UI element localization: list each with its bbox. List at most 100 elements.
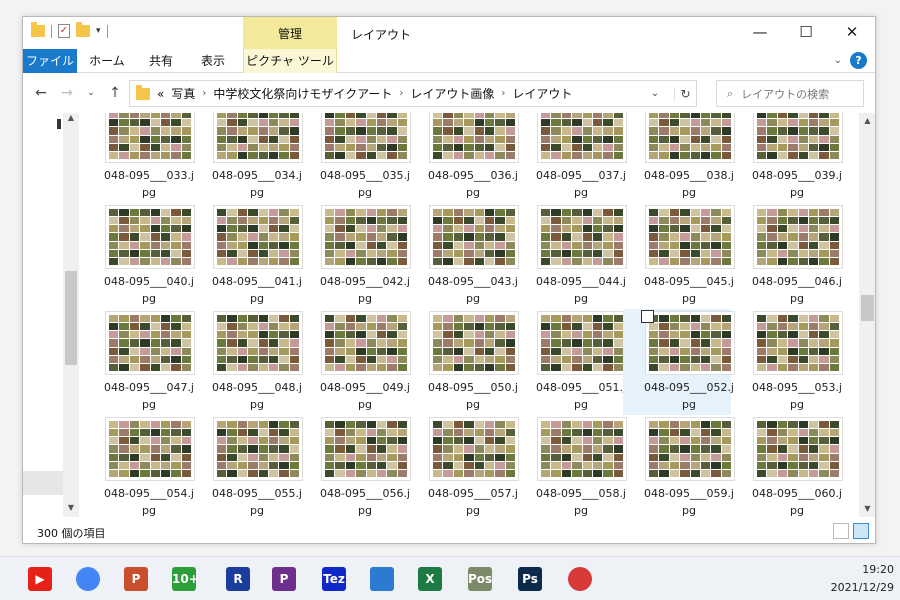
camera-app-icon[interactable] (568, 567, 592, 591)
image-thumbnail (753, 311, 843, 375)
nav-pane-selected-row[interactable] (23, 471, 63, 495)
quick-access-toolbar: ✓ ▾ (31, 22, 108, 38)
up-arrow-icon[interactable]: ↑ (105, 83, 125, 103)
breadcrumb-item[interactable]: レイアウト (512, 85, 572, 102)
youtube-icon[interactable]: ▶ (28, 567, 52, 591)
pos-app-icon[interactable]: Pos (468, 567, 492, 591)
file-item[interactable]: 048-095___037.jpg (515, 113, 627, 203)
breadcrumb-item[interactable]: レイアウト画像 (410, 85, 494, 102)
file-item[interactable]: 048-095___053.jpg (731, 309, 843, 415)
details-view-button[interactable] (833, 523, 849, 539)
file-name: 048-095___048.jpg (211, 381, 302, 411)
image-thumbnail (429, 113, 519, 163)
file-item[interactable]: 048-095___038.jpg (623, 113, 735, 203)
search-box[interactable]: ⌕ レイアウトの検索 (716, 80, 864, 107)
file-name: 048-095___046.jpg (751, 275, 842, 305)
file-item[interactable]: 048-095___039.jpg (731, 113, 843, 203)
excel-icon[interactable]: X (418, 567, 442, 591)
file-item[interactable]: 048-095___040.jpg (83, 203, 195, 309)
address-bar[interactable]: « 写真 › 中学校文化祭向けモザイクアート › レイアウト画像 › レイアウト… (129, 80, 697, 107)
tab-picture-tools[interactable]: ピクチャ ツール (243, 49, 337, 73)
breadcrumb-item[interactable]: 写真 (171, 85, 195, 102)
large-icons-view-button[interactable] (853, 523, 869, 539)
image-thumbnail (429, 205, 519, 269)
maximize-button[interactable]: ☐ (783, 17, 829, 49)
select-checkbox[interactable] (641, 310, 654, 323)
recent-locations-icon[interactable]: ⌄ (81, 83, 101, 103)
file-item[interactable]: 048-095___055.jpg (191, 415, 303, 517)
properties-icon[interactable]: ✓ (58, 24, 70, 38)
breadcrumb-overflow[interactable]: « (157, 87, 164, 101)
file-item[interactable]: 048-095___057.jpg (407, 415, 519, 517)
refresh-icon[interactable]: ↻ (674, 86, 696, 101)
file-item[interactable]: 048-095___058.jpg (515, 415, 627, 517)
close-button[interactable]: ✕ (829, 17, 875, 49)
address-dropdown-icon[interactable]: ⌄ (643, 88, 667, 99)
file-name: 048-095___043.jpg (427, 275, 518, 305)
ten-plus-app-icon[interactable]: 10+ (172, 567, 199, 591)
file-name: 048-095___060.jpg (751, 487, 842, 517)
tab-file[interactable]: ファイル (23, 49, 77, 73)
image-thumbnail (321, 205, 411, 269)
scroll-down-icon[interactable]: ▼ (63, 503, 79, 517)
system-clock[interactable]: 19:20 2021/12/29 (831, 561, 894, 597)
file-item[interactable]: 048-095___054.jpg (83, 415, 195, 517)
file-item[interactable]: 048-095___051.jpg (515, 309, 627, 415)
file-item[interactable]: 048-095___056.jpg (299, 415, 411, 517)
file-item[interactable]: 048-095___045.jpg (623, 203, 735, 309)
image-thumbnail (321, 113, 411, 163)
file-item[interactable]: 048-095___043.jpg (407, 203, 519, 309)
chevron-down-icon[interactable]: ⌄ (834, 55, 842, 66)
scroll-up-icon[interactable]: ▲ (859, 113, 875, 129)
scroll-down-icon[interactable]: ▼ (859, 501, 875, 517)
file-item[interactable]: 048-095___035.jpg (299, 113, 411, 203)
p-app-icon[interactable]: P (272, 567, 296, 591)
r-app-icon[interactable]: R (226, 567, 250, 591)
file-item[interactable]: 048-095___042.jpg (299, 203, 411, 309)
context-tab-group-manage[interactable]: 管理 (243, 17, 337, 49)
chevron-right-icon[interactable]: › (501, 88, 505, 99)
file-view-scroll-thumb[interactable] (861, 295, 874, 321)
file-item[interactable]: 048-095___060.jpg (731, 415, 843, 517)
help-icon[interactable]: ? (850, 52, 867, 69)
image-thumbnail (645, 113, 735, 163)
file-item[interactable]: 048-095___034.jpg (191, 113, 303, 203)
file-item[interactable]: 048-095___049.jpg (299, 309, 411, 415)
tab-home[interactable]: ホーム (85, 49, 129, 73)
file-item[interactable]: 048-095___036.jpg (407, 113, 519, 203)
back-arrow-icon[interactable]: ← (31, 83, 51, 103)
breadcrumb-item[interactable]: 中学校文化祭向けモザイクアート (213, 85, 392, 102)
minimize-button[interactable]: — (737, 17, 783, 49)
tez-app-icon[interactable]: Tez (322, 567, 346, 591)
tab-share[interactable]: 共有 (141, 49, 181, 73)
file-item[interactable]: 048-095___050.jpg (407, 309, 519, 415)
file-name: 048-095___042.jpg (319, 275, 410, 305)
file-item[interactable]: 048-095___044.jpg (515, 203, 627, 309)
scroll-up-icon[interactable]: ▲ (63, 113, 79, 127)
powerpoint-icon[interactable]: P (124, 567, 148, 591)
file-name: 048-095___040.jpg (103, 275, 194, 305)
chevron-right-icon[interactable]: › (202, 88, 206, 99)
file-item[interactable]: 048-095___059.jpg (623, 415, 735, 517)
nav-pane-scroll-thumb[interactable] (65, 271, 77, 365)
file-item[interactable]: 048-095___048.jpg (191, 309, 303, 415)
file-view-scrollbar[interactable]: ▲ ▼ (859, 113, 875, 517)
navigation-pane: ▲ ▼ (23, 113, 79, 517)
file-item[interactable]: 048-095___052.jpg (623, 309, 735, 415)
file-item[interactable]: 048-095___033.jpg (83, 113, 195, 203)
photos-icon[interactable] (370, 567, 394, 591)
file-item[interactable]: 048-095___041.jpg (191, 203, 303, 309)
chrome-icon[interactable] (76, 567, 100, 591)
tab-view[interactable]: 表示 (193, 49, 233, 73)
photoshop-icon[interactable]: Ps (518, 567, 542, 591)
folder-icon (31, 22, 45, 37)
file-name: 048-095___051.jpg (535, 381, 626, 411)
customize-qat-icon[interactable]: ▾ (96, 26, 101, 36)
file-item[interactable]: 048-095___046.jpg (731, 203, 843, 309)
chevron-right-icon[interactable]: › (399, 88, 403, 99)
forward-arrow-icon[interactable]: → (57, 83, 77, 103)
new-folder-icon[interactable] (76, 22, 90, 37)
image-thumbnail (105, 113, 195, 163)
search-input[interactable]: レイアウトの検索 (741, 86, 829, 102)
file-item[interactable]: 048-095___047.jpg (83, 309, 195, 415)
